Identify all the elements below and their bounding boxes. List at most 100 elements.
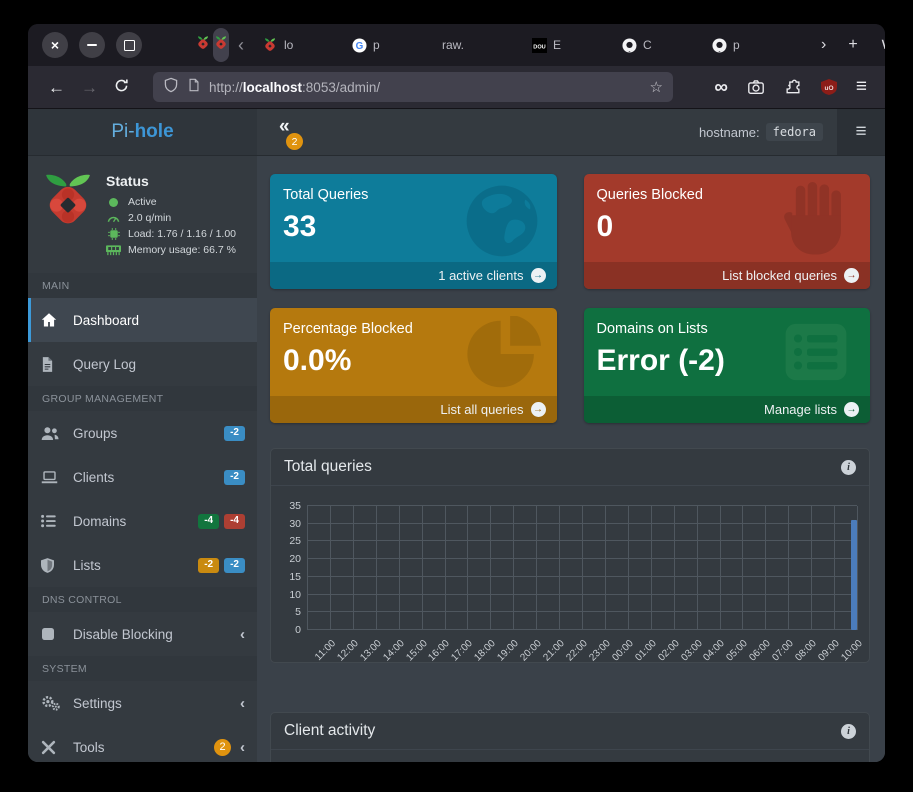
card-title: Domains on Lists <box>597 321 871 337</box>
pinned-tab[interactable] <box>195 28 211 62</box>
total-queries-panel: Total queries i 0510152025303511:0012:00… <box>270 448 870 663</box>
browser-tab[interactable]: lo <box>254 28 344 62</box>
sidebar-item-lists[interactable]: Lists-2-2 <box>28 543 257 587</box>
client-activity-panel: Client activity i <box>270 712 870 762</box>
brand-hole: hole <box>135 121 174 143</box>
browser-tab[interactable]: raw. <box>434 28 524 62</box>
app-body: Status Active2.0 q/minLoad: 1.76 / 1.16 … <box>28 156 885 762</box>
x-axis-tick-label: 19:00 <box>496 638 521 663</box>
extensions-puzzle-icon[interactable] <box>784 78 802 96</box>
shield-icon <box>41 558 73 573</box>
sidebar-item-query-log[interactable]: Query Log <box>28 342 257 386</box>
chevron-left-icon: ‹ <box>240 695 245 712</box>
app-menu-button[interactable]: ≡ <box>837 109 885 155</box>
hostname-display: hostname: fedora <box>699 123 823 141</box>
y-axis-tick-label: 35 <box>271 500 301 512</box>
tab-list-button[interactable]: ∨ <box>869 37 885 53</box>
container-infinity-icon[interactable]: ∞ <box>714 78 728 97</box>
sidebar-item-settings[interactable]: Settings ‹ <box>28 681 257 725</box>
new-tab-button[interactable]: + <box>837 37 868 53</box>
tab-scroll-right-button[interactable]: › <box>810 37 837 53</box>
card-footer-link[interactable]: Manage lists→ <box>584 396 871 423</box>
sidebar-item-label: Tools <box>73 740 105 755</box>
card-queries-blocked: Queries Blocked0List blocked queries→ <box>584 174 871 289</box>
back-button[interactable]: ← <box>40 79 73 96</box>
sidebar-item-groups[interactable]: Groups-2 <box>28 411 257 455</box>
x-axis-tick-label: 16:00 <box>427 638 452 663</box>
browser-tab[interactable]: Gp <box>344 28 434 62</box>
sidebar-item-tools[interactable]: Tools2‹ <box>28 725 257 762</box>
status-block: Status Active2.0 q/minLoad: 1.76 / 1.16 … <box>28 156 257 273</box>
page-info-icon[interactable] <box>187 78 201 97</box>
dou-favicon-icon: DOU <box>532 38 547 53</box>
x-axis-tick-label: 04:00 <box>702 638 727 663</box>
card-footer-link[interactable]: List all queries→ <box>270 396 557 423</box>
info-icon[interactable]: i <box>841 724 856 739</box>
maximize-window-button[interactable] <box>116 32 142 58</box>
status-row-memory: Memory usage: 66.7 % <box>106 244 236 256</box>
x-axis-tick-label: 09:00 <box>816 638 841 663</box>
x-axis-tick-label: 14:00 <box>381 638 406 663</box>
tab-scroll-left-button[interactable]: ‹ <box>230 36 254 54</box>
dot-icon <box>106 198 121 207</box>
reload-button[interactable] <box>106 78 137 96</box>
forward-button[interactable]: → <box>73 79 106 96</box>
sidebar-item-label: Disable Blocking <box>73 627 173 642</box>
summary-cards: Total Queries331 active clients→Queries … <box>270 174 870 423</box>
sidebar-item-label: Settings <box>73 696 122 711</box>
home-icon <box>41 312 73 328</box>
close-window-button[interactable]: × <box>42 32 68 58</box>
app-header: Pi-hole « 2 hostname: fedora ≡ <box>28 109 885 156</box>
card-footer-label: List all queries <box>440 402 523 417</box>
x-axis-tick-label: 02:00 <box>656 638 681 663</box>
google-favicon-icon: G <box>352 38 367 53</box>
browser-tab[interactable]: C <box>614 28 704 62</box>
sidebar-item-dashboard[interactable]: Dashboard <box>28 298 257 342</box>
desktop-background: × ‹loGpraw.DOUECp›+∨ ← → http://localhos… <box>0 0 913 792</box>
sidebar-collapse-toggle[interactable]: « 2 <box>277 109 307 155</box>
raspberry-logo <box>40 171 96 260</box>
svg-text:DOU: DOU <box>533 44 545 50</box>
card-footer-label: 1 active clients <box>438 268 523 283</box>
y-axis-tick-label: 0 <box>271 624 301 636</box>
pihole-logo[interactable]: Pi-hole <box>28 109 257 155</box>
sidebar-item-disable-blocking[interactable]: Disable Blocking‹ <box>28 612 257 656</box>
x-axis-tick-label: 11:00 <box>313 638 338 663</box>
browser-tab[interactable]: DOUE <box>524 28 614 62</box>
sidebar-item-clients[interactable]: Clients-2 <box>28 455 257 499</box>
card-footer-label: Manage lists <box>764 402 837 417</box>
browser-menu-icon[interactable]: ≡ <box>856 76 867 98</box>
badge-blue: -2 <box>224 426 245 441</box>
y-axis-tick-label: 10 <box>271 589 301 601</box>
card-total-queries: Total Queries331 active clients→ <box>270 174 557 289</box>
chart-plot-area <box>307 506 855 630</box>
browser-window: × ‹loGpraw.DOUECp›+∨ ← → http://localhos… <box>28 24 885 762</box>
badge-red: -4 <box>224 514 245 529</box>
minimize-window-button[interactable] <box>79 32 105 58</box>
tools-icon <box>41 740 73 755</box>
badge-circle: 2 <box>214 739 231 756</box>
screenshot-camera-icon[interactable] <box>747 78 765 96</box>
sidebar-item-domains[interactable]: Domains-4-4 <box>28 499 257 543</box>
ublock-origin-icon[interactable]: uO <box>821 79 837 95</box>
pinned-tab-active[interactable] <box>213 28 229 62</box>
github-favicon-icon <box>712 38 727 53</box>
tab-strip: ‹loGpraw.DOUECp›+∨ <box>194 24 877 66</box>
x-axis-tick-label: 12:00 <box>335 638 360 663</box>
total-queries-chart: 0510152025303511:0012:0013:0014:0015:001… <box>271 486 869 662</box>
card-title: Queries Blocked <box>597 187 871 203</box>
y-axis-tick-label: 25 <box>271 535 301 547</box>
card-footer-link[interactable]: List blocked queries→ <box>584 262 871 289</box>
cpu-icon <box>106 228 121 240</box>
arrow-circle-right-icon: → <box>844 268 859 283</box>
card-value: Error (-2) <box>597 344 871 378</box>
list-icon <box>41 514 73 528</box>
status-row-dot: Active <box>106 196 236 208</box>
card-footer-link[interactable]: 1 active clients→ <box>270 262 557 289</box>
browser-tab[interactable]: p <box>704 28 794 62</box>
bookmark-star-icon[interactable]: ☆ <box>650 78 663 96</box>
info-icon[interactable]: i <box>841 460 856 475</box>
status-text: Active <box>128 196 157 208</box>
url-bar[interactable]: http://localhost:8053/admin/ ☆ <box>153 72 673 102</box>
tracking-protection-shield-icon[interactable] <box>163 77 179 98</box>
